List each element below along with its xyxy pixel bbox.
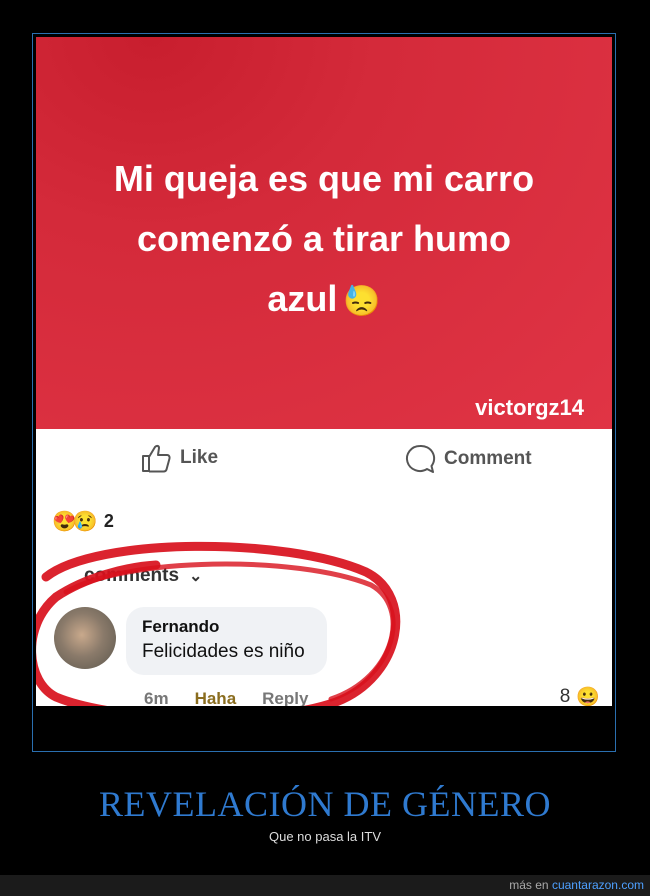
post-actions-bar: Like Comment: [36, 429, 612, 493]
like-label: Like: [180, 447, 219, 468]
comment-bubble-icon: [405, 444, 436, 473]
chevron-down-icon: ⌄: [189, 568, 203, 585]
sweat-emoji-icon: 😓: [343, 285, 381, 318]
comment-bubble: Fernando Felicidades es niño: [126, 607, 327, 675]
post-screenshot: Mi queja es que mi carro comenzó a tirar…: [36, 37, 612, 706]
caption-title: REVELACIÓN DE GÉNERO: [99, 784, 551, 824]
comment-author[interactable]: Fernando: [142, 617, 305, 637]
comments-filter[interactable]: comments ⌄: [56, 565, 202, 587]
comment-item: Fernando Felicidades es niño: [54, 607, 327, 675]
post-banner: Mi queja es que mi carro comenzó a tirar…: [36, 37, 612, 429]
post-line-3-text: azul: [267, 278, 338, 319]
post-line-1: Mi queja es que mi carro: [113, 158, 535, 199]
reply-button[interactable]: Reply: [262, 689, 308, 706]
comment-reaction-count: 8: [559, 686, 571, 706]
comment-text: Felicidades es niño: [142, 641, 305, 662]
comment-reaction-summary[interactable]: 8 😀: [560, 685, 600, 706]
thumbs-up-icon: [142, 444, 171, 473]
footer-prefix: más en: [509, 878, 549, 892]
sad-reaction-icon: 😢: [72, 511, 98, 533]
comments-header-label: comments: [84, 565, 180, 586]
site-footer: más en cuantarazon.com: [0, 875, 650, 896]
post-username: victorgz14: [475, 395, 584, 420]
post-line-3: azul 😓: [66, 269, 582, 332]
caption-subtitle: Que no pasa la ITV: [268, 829, 381, 844]
footer-text: más en cuantarazon.com: [509, 878, 644, 892]
post-text: Mi queja es que mi carro comenzó a tirar…: [66, 149, 582, 332]
site-link[interactable]: cuantarazon.com: [552, 878, 644, 892]
comment-time: 6m: [144, 689, 169, 706]
avatar[interactable]: [54, 607, 116, 669]
comment-label: Comment: [444, 448, 532, 469]
like-button[interactable]: Like: [140, 443, 218, 473]
comment-button[interactable]: Comment: [404, 443, 532, 475]
haha-reaction-button[interactable]: Haha: [195, 689, 237, 706]
comment-meta: 6m Haha Reply: [144, 689, 308, 706]
post-line-2: comenzó a tirar humo: [136, 218, 512, 259]
haha-emoji-icon: 😀: [576, 687, 600, 706]
reactions-count: 2: [103, 511, 114, 531]
reactions-summary[interactable]: 😍 😢 2: [52, 509, 114, 534]
